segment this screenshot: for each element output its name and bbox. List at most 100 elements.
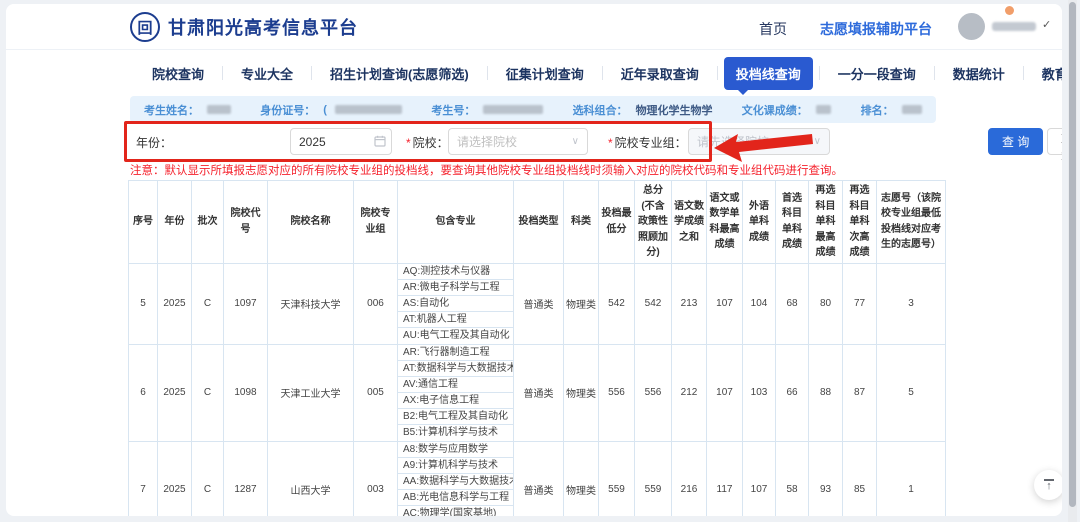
tab-moe-platform[interactable]: 教育部阳光高考平台 bbox=[1030, 57, 1062, 90]
user-menu-checkmark-icon[interactable]: ✓ bbox=[1042, 18, 1051, 31]
col-header-primary-subject: 首选科目单科成绩 bbox=[775, 180, 809, 264]
col-header-volunteer-no: 志愿号（该院校专业组最低投档线对应考生的志愿号） bbox=[876, 180, 946, 264]
cell-seq: 7 bbox=[128, 440, 158, 516]
major-item: AB:光电信息科学与工程 bbox=[398, 490, 513, 506]
cell-college-name: 山西大学 bbox=[267, 440, 354, 516]
major-item: B2:电气工程及其自动化 bbox=[398, 409, 513, 425]
back-to-top-button[interactable]: ↑ bbox=[1034, 470, 1062, 500]
tab-admission-line[interactable]: 投档线查询 bbox=[723, 56, 813, 95]
chevron-down-icon: ∨ bbox=[813, 136, 821, 147]
cell-college-name: 天津科技大学 bbox=[267, 262, 354, 345]
cell-min-score: 542 bbox=[598, 262, 635, 345]
col-header-seq: 序号 bbox=[128, 180, 158, 264]
cell-majors: AQ:测控技术与仪器 AR:微电子科学与工程 AS:自动化 AT:机器人工程 AU:电气… bbox=[397, 262, 514, 345]
col-header-foreign-lang: 外语单科成绩 bbox=[742, 180, 776, 264]
cell-subject-category: 物理类 bbox=[563, 343, 599, 442]
top-header: 回 甘肃阳光高考信息平台 首页 志愿填报辅助平台 ✓ bbox=[6, 4, 1062, 50]
cell-reselect-second: 85 bbox=[842, 440, 877, 516]
col-header-major-group: 院校专业组 bbox=[353, 180, 398, 264]
tab-collection-plan[interactable]: 征集计划查询 bbox=[494, 57, 596, 90]
exam-no-label: 考生号： bbox=[431, 104, 476, 117]
back-to-top-arrow-icon: ↑ bbox=[1046, 480, 1052, 492]
col-header-college-code: 院校代号 bbox=[223, 180, 268, 264]
student-id-prefix: ( bbox=[323, 103, 327, 116]
cell-total-score: 559 bbox=[634, 440, 672, 516]
tab-divider bbox=[601, 66, 603, 80]
cell-college-name: 天津工业大学 bbox=[267, 343, 354, 442]
cell-reselect-max: 88 bbox=[808, 343, 843, 442]
cell-year: 2025 bbox=[157, 262, 192, 345]
calendar-icon[interactable] bbox=[374, 135, 386, 147]
tab-divider bbox=[716, 66, 718, 80]
logo-emblem-icon: 回 bbox=[130, 12, 160, 42]
major-item: AR:微电子科学与工程 bbox=[398, 280, 513, 296]
tab-score-segment[interactable]: 一分一段查询 bbox=[826, 57, 928, 90]
tab-college-search[interactable]: 院校查询 bbox=[140, 57, 216, 90]
vertical-scrollbar bbox=[1068, 0, 1077, 522]
required-asterisk: * bbox=[406, 136, 411, 150]
admission-line-table: 序号 年份 批次 院校代号 院校名称 院校专业组 包含专业 投档类型 科类 投档最低分 总分(不含政… bbox=[128, 180, 948, 516]
major-item: A8:数学与应用数学 bbox=[398, 442, 513, 458]
cell-cn-or-math-max: 117 bbox=[706, 440, 743, 516]
major-item: AQ:测控技术与仪器 bbox=[398, 264, 513, 280]
cell-total-score: 556 bbox=[634, 343, 672, 442]
table-row: 7 2025 C 1287 山西大学 003 A8:数学与应用数学 A9:计算机科学与技术 AA… bbox=[128, 440, 946, 516]
reset-button[interactable]: 重 置 bbox=[1047, 128, 1062, 162]
cell-cn-math-sum: 213 bbox=[671, 262, 707, 345]
nav-home-link[interactable]: 首页 bbox=[759, 19, 787, 39]
cell-reselect-max: 80 bbox=[808, 262, 843, 345]
cell-batch: C bbox=[191, 262, 224, 345]
logo: 回 甘肃阳光高考信息平台 bbox=[130, 12, 358, 42]
redacted-value bbox=[483, 105, 544, 114]
search-button[interactable]: 查 询 bbox=[988, 128, 1044, 155]
major-group-select[interactable]: 请先选择院校 ∨ bbox=[688, 128, 830, 155]
cell-majors: AR:飞行器制造工程 AT:数据科学与大数据技术 AV:通信工程 AX:电子信息工程 B… bbox=[397, 343, 514, 442]
cell-admission-type: 普通类 bbox=[513, 343, 564, 442]
cell-volunteer-no: 3 bbox=[876, 262, 946, 345]
tab-majors-directory[interactable]: 专业大全 bbox=[229, 57, 305, 90]
col-header-subject-category: 科类 bbox=[563, 180, 599, 264]
major-item: AT:数据科学与大数据技术 bbox=[398, 361, 513, 377]
cell-volunteer-no: 1 bbox=[876, 440, 946, 516]
cell-year: 2025 bbox=[157, 440, 192, 516]
group-select-placeholder: 请先选择院校 bbox=[697, 135, 770, 149]
tab-divider bbox=[311, 66, 313, 80]
cell-reselect-second: 77 bbox=[842, 262, 877, 345]
college-select[interactable]: 请选择院校 ∨ bbox=[448, 128, 588, 155]
major-item: AV:通信工程 bbox=[398, 377, 513, 393]
major-item: AR:飞行器制造工程 bbox=[398, 345, 513, 361]
cell-min-score: 559 bbox=[598, 440, 635, 516]
redacted-value bbox=[815, 105, 832, 114]
col-header-cn-math-sum: 语文数学成绩之和 bbox=[671, 180, 707, 264]
cell-majors: A8:数学与应用数学 A9:计算机科学与技术 AA:数据科学与大数据技术 AB:光电信… bbox=[397, 440, 514, 516]
col-header-college-name: 院校名称 bbox=[267, 180, 354, 264]
cell-primary-subject: 66 bbox=[775, 343, 809, 442]
cell-college-code: 1287 bbox=[223, 440, 268, 516]
cell-major-group: 003 bbox=[353, 440, 398, 516]
cell-seq: 5 bbox=[128, 262, 158, 345]
col-header-batch: 批次 bbox=[191, 180, 224, 264]
main-card: 回 甘肃阳光高考信息平台 首页 志愿填报辅助平台 ✓ 院校查询 专业大全 招生计划查… bbox=[6, 4, 1062, 516]
redacted-value bbox=[901, 105, 922, 114]
cell-seq: 6 bbox=[128, 343, 158, 442]
cell-cn-math-sum: 216 bbox=[671, 440, 707, 516]
cell-cn-or-math-max: 107 bbox=[706, 262, 743, 345]
cell-admission-type: 普通类 bbox=[513, 262, 564, 345]
student-info-bar: 考生姓名： 身份证号： ( 考生号： 选科组合： 物理化学生物学 文化课成绩： … bbox=[130, 96, 936, 123]
subjects-value: 物理化学生物学 bbox=[635, 104, 713, 117]
cell-batch: C bbox=[191, 343, 224, 442]
tab-recent-admission[interactable]: 近年录取查询 bbox=[609, 57, 711, 90]
tab-divider bbox=[1022, 66, 1024, 80]
redacted-value bbox=[334, 105, 403, 114]
tab-statistics[interactable]: 数据统计 bbox=[941, 57, 1017, 90]
scrollbar-thumb[interactable] bbox=[1069, 2, 1076, 507]
culture-score-label: 文化课成绩： bbox=[741, 104, 808, 117]
tab-divider bbox=[486, 66, 488, 80]
user-avatar[interactable] bbox=[958, 13, 985, 40]
cell-major-group: 005 bbox=[353, 343, 398, 442]
nav-assist-platform-link[interactable]: 志愿填报辅助平台 bbox=[820, 19, 932, 39]
notice-text: 注意：默认显示所填报志愿对应的所有院校专业组的投档线，要查询其他院校专业组投档线… bbox=[130, 165, 843, 177]
major-item: AA:数据科学与大数据技术 bbox=[398, 474, 513, 490]
cell-foreign-lang: 103 bbox=[742, 343, 776, 442]
tab-enrollment-plan[interactable]: 招生计划查询(志愿筛选) bbox=[318, 57, 481, 90]
